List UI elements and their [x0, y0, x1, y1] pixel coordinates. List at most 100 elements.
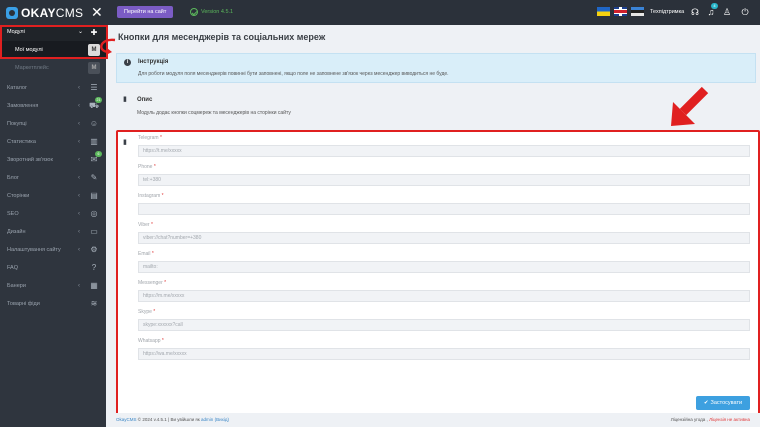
sidebar-item-pages[interactable]: Сторінки ‹ ▤	[0, 187, 106, 205]
field-label: Phone *	[138, 163, 751, 171]
chevron-left-icon: ‹	[78, 193, 80, 199]
required-mark: *	[153, 164, 156, 170]
book-icon: ▮	[123, 139, 127, 146]
sidebar-item-faq[interactable]: FAQ ?	[0, 259, 106, 277]
instruction-title: Інструкція	[138, 59, 169, 65]
footer-right: Ліцензійна угода , Ліцензія не активна	[671, 413, 750, 427]
sidebar-item-seo[interactable]: SEO ‹ ◎	[0, 205, 106, 223]
whatsapp-input[interactable]	[138, 348, 750, 360]
sidebar-item-customers[interactable]: Покупці ‹ ☺	[0, 115, 106, 133]
chevron-left-icon: ‹	[78, 283, 80, 289]
goto-site-button[interactable]: Перейти на сайт	[117, 6, 174, 18]
footer-logout-link[interactable]: (Вихід)	[215, 417, 229, 422]
main-content: Кнопки для месенджерів та соціальних мер…	[106, 25, 760, 427]
flag-ee-icon[interactable]	[631, 7, 644, 16]
whatsapp-field: Whatsapp *	[138, 337, 751, 360]
banner-icon: ▦	[90, 281, 98, 290]
feedback-badge: 6	[95, 151, 102, 157]
sidebar-item-blog[interactable]: Блог ‹ ✎	[0, 169, 106, 187]
telegram-input[interactable]	[138, 145, 750, 157]
sidebar-item-settings[interactable]: Налаштування сайту ‹ ⚙	[0, 241, 106, 259]
bell-icon[interactable]: ♫ 4	[705, 3, 718, 18]
cart-icon: ⛟ 21	[88, 97, 102, 110]
headset-icon[interactable]: ☊	[689, 6, 701, 18]
skype-field: Skype *	[138, 308, 751, 331]
skype-input[interactable]	[138, 319, 750, 331]
monitor-icon: ▭	[90, 227, 98, 236]
page-title: Кнопки для месенджерів та соціальних мер…	[118, 32, 326, 42]
window-icon: ▤	[90, 191, 98, 200]
sidebar-item-design[interactable]: Дизайн ‹ ▭	[0, 223, 106, 241]
field-label: Email *	[138, 250, 751, 258]
footer-admin-link[interactable]: admin	[201, 417, 213, 422]
sidebar-item-label: Каталог	[7, 85, 27, 91]
email-input[interactable]	[138, 261, 750, 273]
question-icon: ?	[91, 263, 97, 272]
apply-button[interactable]: ✔ Застосувати	[696, 396, 750, 410]
sidebar-item-feedback[interactable]: Зворотний зв'язок ‹ ✉ 6	[0, 151, 106, 169]
required-mark: *	[161, 338, 164, 344]
chevron-left-icon: ‹	[78, 211, 80, 217]
user-icon[interactable]: ♙	[721, 6, 733, 18]
chevron-left-icon: ‹	[78, 175, 80, 181]
instagram-input[interactable]	[138, 203, 750, 215]
messenger-input[interactable]	[138, 290, 750, 302]
sidebar: Модулі ⌄ ✚ Мої модулі M Маркетплейс M Ка…	[0, 25, 106, 427]
orders-badge: 21	[95, 97, 102, 103]
sidebar-item-orders[interactable]: Замовлення ‹ ⛟ 21	[0, 97, 106, 115]
sidebar-item-label: Сторінки	[7, 193, 30, 199]
required-mark: *	[161, 193, 164, 199]
field-label-text: Instagram	[138, 193, 161, 199]
field-label: Telegram *	[138, 134, 751, 142]
sidebar-item-marketplace[interactable]: Маркетплейс M	[0, 59, 106, 77]
check-icon: ✔	[703, 400, 709, 406]
highlight-box-my-modules	[0, 25, 108, 59]
power-icon[interactable]: ⏻	[739, 6, 751, 18]
list-icon: ☰	[90, 83, 98, 92]
check-circle-icon	[190, 8, 198, 16]
info-icon: i	[124, 59, 131, 66]
instruction-box: i Інструкція Для роботи модуля поля месе…	[116, 53, 756, 83]
target-icon: ◎	[90, 209, 98, 218]
sidebar-item-label: Маркетплейс	[15, 65, 49, 71]
support-link[interactable]: Техпідтримка	[650, 6, 684, 18]
instruction-text: Для роботи модуля поля месенджерів повин…	[138, 71, 449, 77]
description-box: ▮ Опис Модуль додає кнопки соцмереж та м…	[116, 91, 756, 121]
field-label-text: Whatsapp	[138, 338, 161, 344]
sidebar-item-label: Дизайн	[7, 229, 26, 235]
required-mark: *	[159, 135, 162, 141]
marketplace-m-icon: M	[88, 62, 100, 74]
viber-input[interactable]	[138, 232, 750, 244]
chevron-left-icon: ‹	[78, 157, 80, 163]
footer: OkayCMS © 2024 v.4.5.1 | Ви увійшли як a…	[106, 413, 760, 427]
flag-en-icon[interactable]	[614, 7, 627, 16]
logo-mark-icon	[6, 6, 18, 19]
chevron-left-icon: ‹	[78, 229, 80, 235]
flag-ua-icon[interactable]	[597, 7, 610, 16]
footer-left: OkayCMS © 2024 v.4.5.1 | Ви увійшли як a…	[116, 413, 229, 427]
sidebar-item-label: SEO	[7, 211, 19, 217]
footer-brand-link[interactable]: OkayCMS	[116, 417, 137, 422]
sidebar-item-feeds[interactable]: Товарні фіди ≋	[0, 295, 106, 313]
messenger-settings-form: ▮ Telegram * Phone * Instagram * Viber *…	[116, 130, 760, 420]
logo-text-ok: OKAY	[21, 5, 56, 20]
license-link[interactable]: Ліцензійна угода ,	[671, 417, 708, 422]
phone-field: Phone *	[138, 163, 751, 186]
sidebar-item-label: Налаштування сайту	[7, 247, 61, 253]
email-field: Email *	[138, 250, 751, 273]
field-label-text: Email	[138, 251, 151, 257]
sidebar-item-label: Блог	[7, 175, 19, 181]
book-icon: ▮	[123, 96, 127, 103]
close-menu-icon[interactable]: ✕	[91, 4, 103, 20]
chat-icon: ✉ 6	[88, 151, 102, 166]
sidebar-item-statistics[interactable]: Статистика ‹ ▥	[0, 133, 106, 151]
field-label-text: Messenger	[138, 280, 163, 286]
phone-input[interactable]	[138, 174, 750, 186]
description-title: Опис	[137, 97, 153, 103]
sidebar-item-catalog[interactable]: Каталог ‹ ☰	[0, 79, 106, 97]
chevron-left-icon: ‹	[78, 247, 80, 253]
sidebar-item-banners[interactable]: Банери ‹ ▦	[0, 277, 106, 295]
footer-copyright: © 2024 v.4.5.1 | Ви увійшли як	[137, 417, 200, 422]
logo[interactable]: OKAY CMS	[6, 5, 83, 20]
sidebar-item-label: Зворотний зв'язок	[7, 157, 53, 163]
